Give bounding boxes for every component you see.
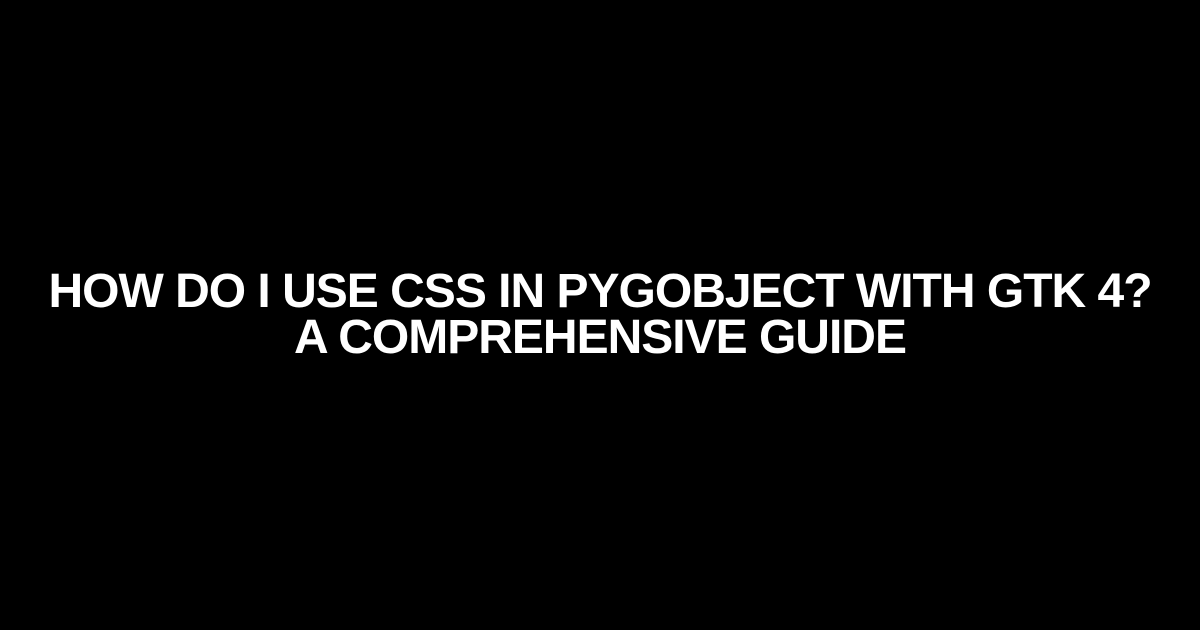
title-line-2: A Comprehensive Guide [48,315,1151,361]
title-line-1: How do I use CSS in PyGObject with Gtk 4… [48,269,1151,315]
title-container: How do I use CSS in PyGObject with Gtk 4… [8,269,1191,360]
